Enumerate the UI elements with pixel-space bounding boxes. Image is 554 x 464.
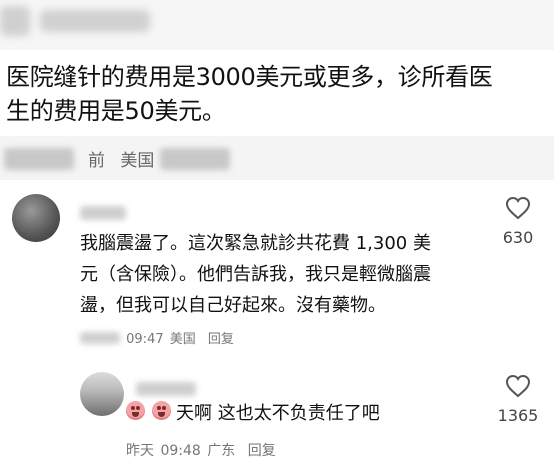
reply-button[interactable]: 回复 — [208, 332, 234, 347]
reply-emoji-group — [126, 401, 172, 421]
like-count: 630 — [502, 228, 534, 247]
post-text: 医院缝针的费用是3000美元或更多，诊所看医 生的费用是50美元。 — [6, 63, 493, 125]
date-blurred — [80, 332, 120, 344]
username-blurred[interactable] — [80, 206, 126, 220]
reply-username-blurred[interactable] — [136, 382, 196, 396]
avatar[interactable] — [12, 194, 60, 242]
reply-meta: 昨天 09:48 广东 回复 — [126, 440, 278, 460]
comment-meta: 09:47 美国 回复 — [80, 328, 236, 347]
reply-avatar[interactable] — [80, 372, 124, 416]
reply-date: 昨天 — [126, 443, 154, 459]
reply-reply-button[interactable]: 回复 — [248, 443, 276, 459]
reply-text: 天啊 这也太不负责任了吧 — [176, 403, 380, 424]
reply-location: 广东 — [207, 443, 236, 459]
post-time: 前 — [88, 151, 105, 171]
post-location: 美国 — [120, 151, 155, 171]
crying-face-emoji-icon — [126, 401, 145, 420]
reply-like-button[interactable]: 1365 — [488, 374, 548, 425]
reply-like-count: 1365 — [497, 406, 539, 425]
like-button[interactable]: 630 — [488, 196, 548, 247]
blurred-header — [0, 0, 554, 50]
heart-outline-icon — [505, 374, 531, 398]
crying-face-emoji-icon — [152, 401, 172, 420]
comment-text: 我腦震盪了。這次緊急就診共花費 1,300 美 元（含保險）。他們告訴我，我只是… — [80, 233, 431, 316]
heart-outline-icon — [505, 196, 531, 220]
reply-time: 09:48 — [160, 443, 201, 459]
post-meta: 前 美国 — [88, 146, 154, 171]
post-meta-row — [0, 136, 554, 180]
comment-location: 美国 — [169, 332, 196, 347]
comment-time: 09:47 — [126, 332, 164, 347]
